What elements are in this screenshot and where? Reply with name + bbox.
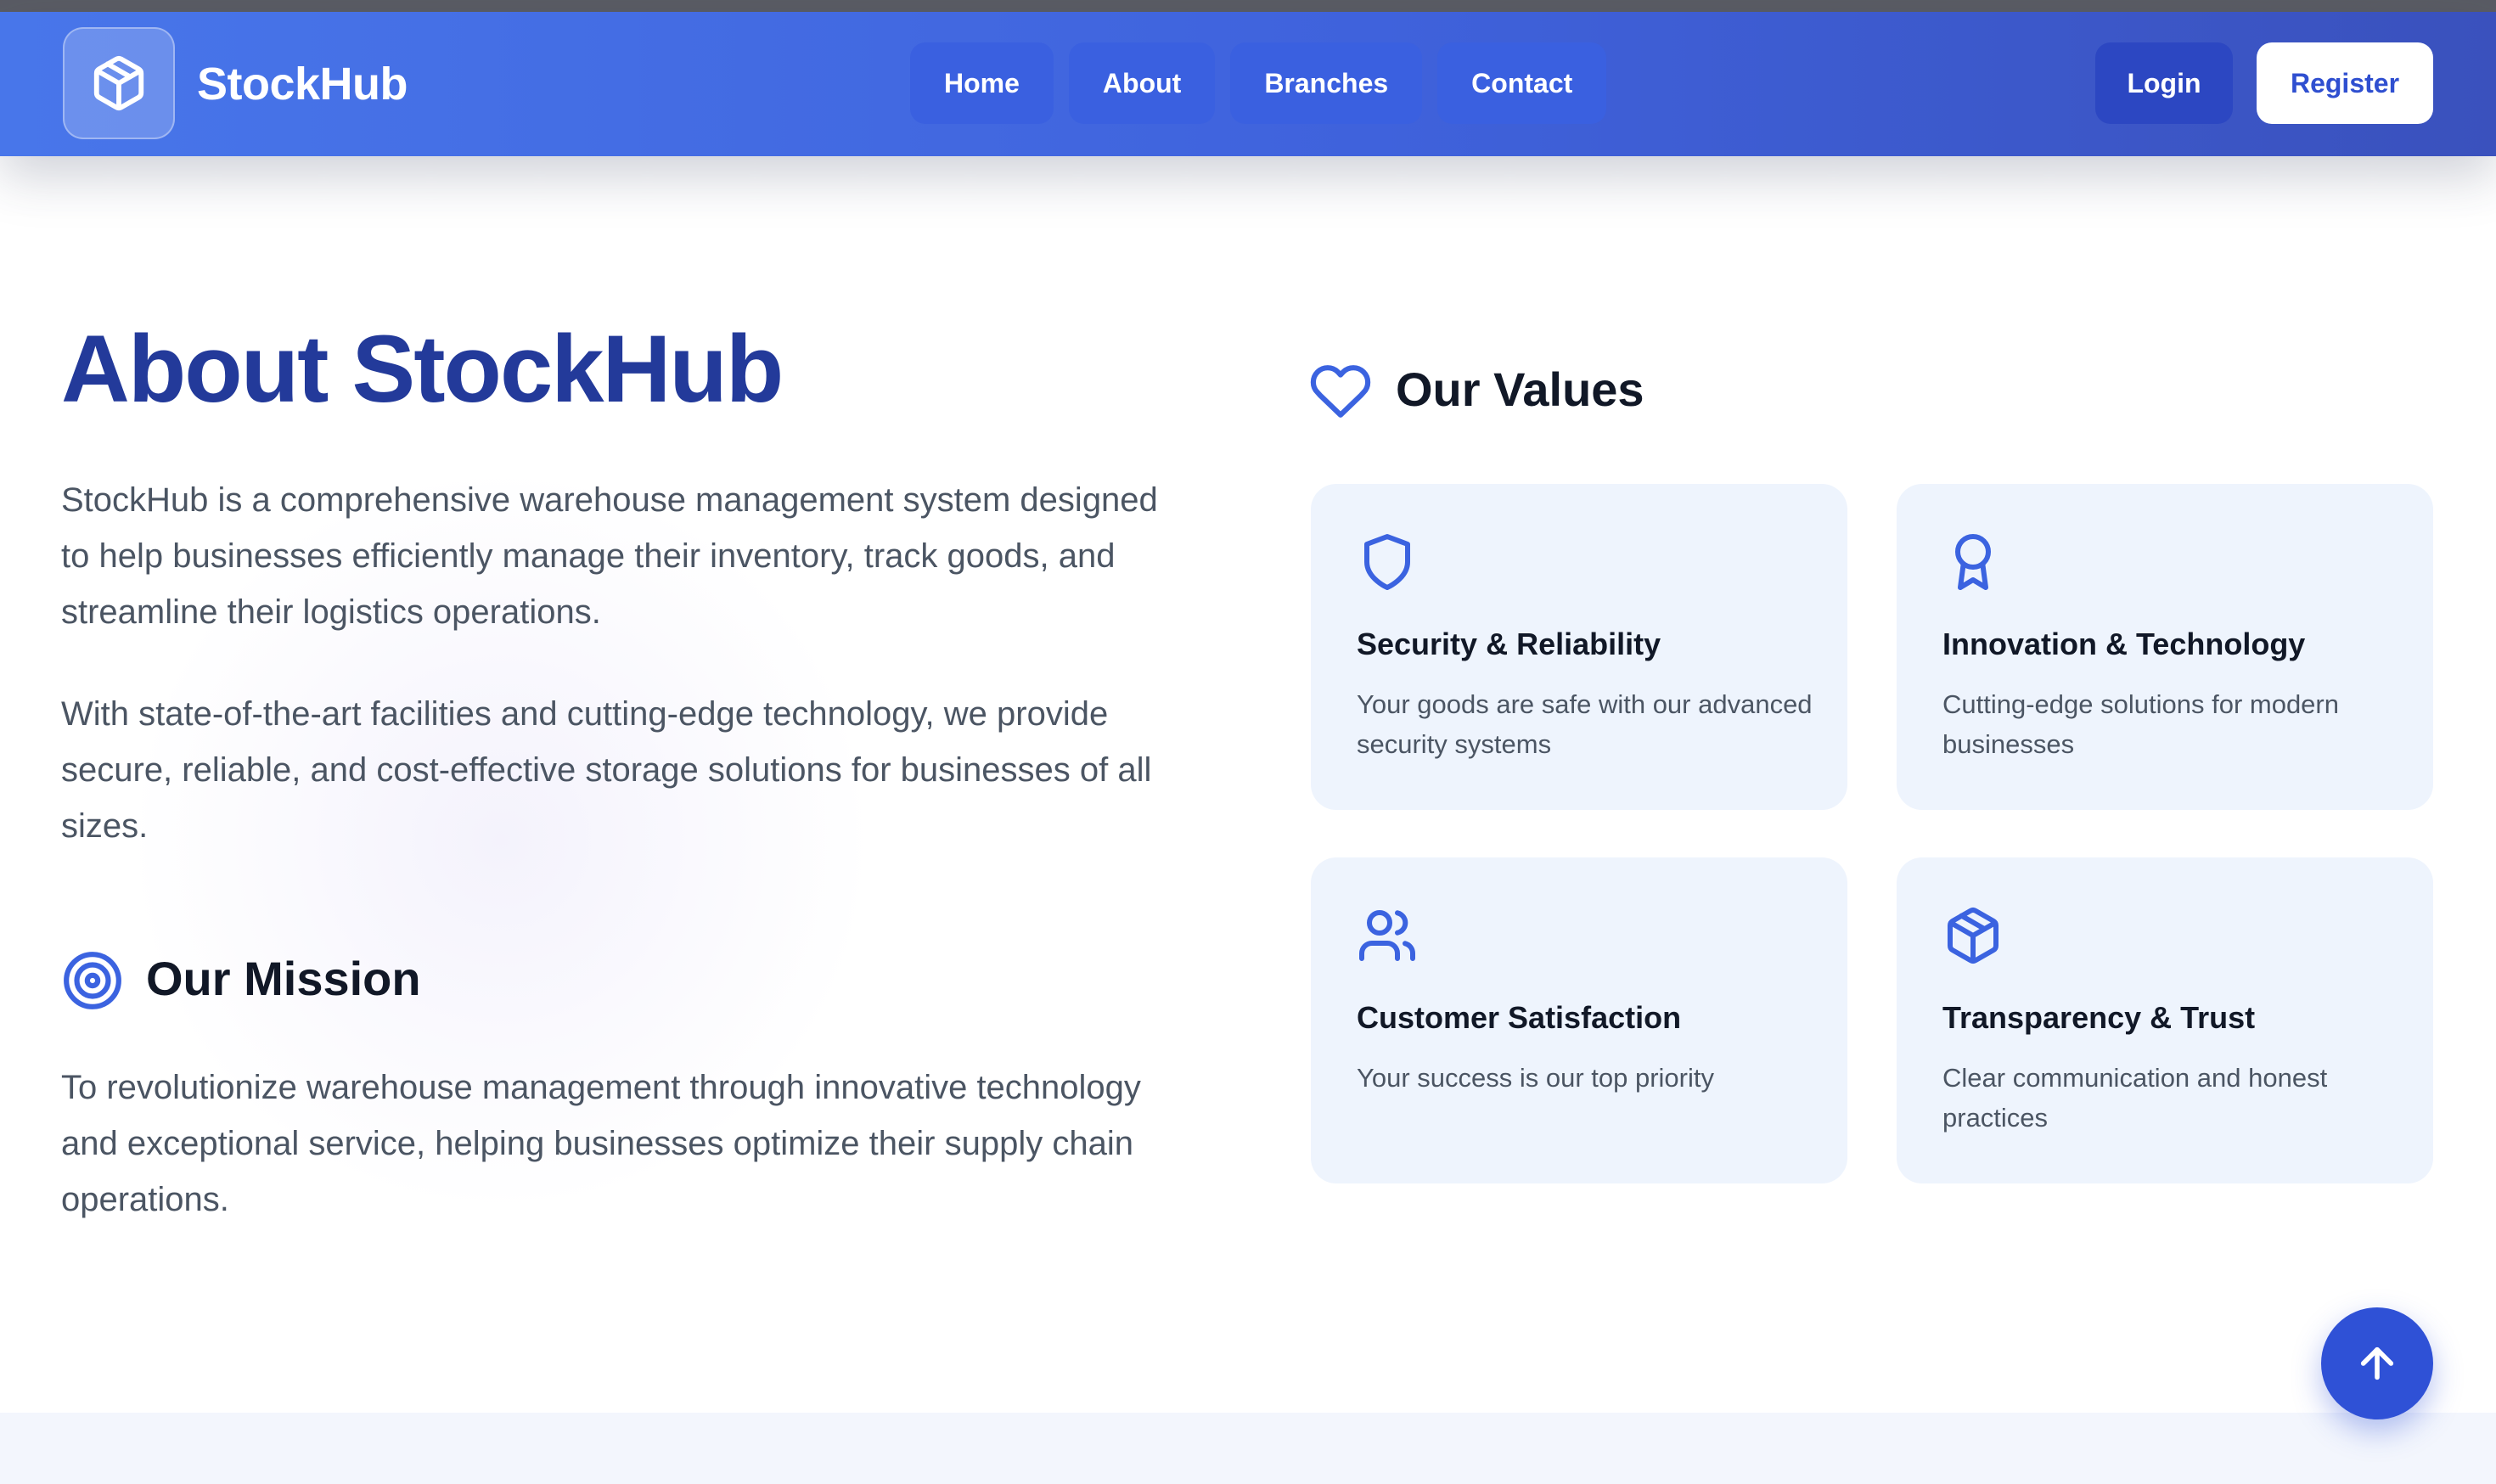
value-card-text: Your goods are safe with our advanced se…: [1357, 689, 1813, 759]
window-top-edge: [0, 0, 2496, 12]
value-card-title: Security & Reliability: [1357, 627, 1661, 661]
mission-text: To revolutionize warehouse management th…: [61, 1069, 1141, 1218]
register-button[interactable]: Register: [2257, 42, 2433, 124]
value-card-title: Innovation & Technology: [1942, 627, 2306, 661]
value-card-customer: Customer Satisfaction Your success is ou…: [1311, 857, 1847, 1183]
users-icon: [1359, 910, 1416, 961]
value-card-text: Cutting-edge solutions for modern busine…: [1942, 689, 2339, 759]
nav-branches-link[interactable]: Branches: [1230, 42, 1423, 124]
award-icon: [1955, 534, 1991, 590]
about-paragraph-1: StockHub is a comprehensive warehouse ma…: [61, 481, 1158, 631]
nav-home-link[interactable]: Home: [910, 42, 1054, 124]
values-heading: Our Values: [1396, 363, 1644, 416]
package-icon: [1948, 908, 1998, 964]
nav-about-link[interactable]: About: [1068, 42, 1216, 124]
value-card-security: Security & Reliability Your goods are sa…: [1311, 484, 1847, 810]
navbar: StockHub Home About Branches Contact Log…: [0, 12, 2496, 156]
main-nav: Home About Branches Contact: [910, 42, 1607, 124]
shield-icon: [1364, 534, 1410, 590]
value-card-text: Clear communication and honest practices: [1942, 1063, 2328, 1133]
brand-name[interactable]: StockHub: [197, 58, 408, 110]
mission-heading: Our Mission: [146, 952, 421, 1005]
value-card-title: Customer Satisfaction: [1357, 1000, 1682, 1035]
about-paragraph-2: With state-of-the-art facilities and cut…: [61, 695, 1152, 845]
footer-band: [0, 1413, 2496, 1484]
login-button[interactable]: Login: [2095, 42, 2233, 124]
cube-icon: [93, 55, 144, 111]
nav-contact-link[interactable]: Contact: [1437, 42, 1607, 124]
value-card-innovation: Innovation & Technology Cutting-edge sol…: [1897, 484, 2433, 810]
value-card-transparency: Transparency & Trust Clear communication…: [1897, 857, 2433, 1183]
target-icon: [64, 952, 121, 1009]
value-card-title: Transparency & Trust: [1942, 1000, 2256, 1035]
heart-icon: [1310, 365, 1371, 418]
scroll-to-top-button[interactable]: [2321, 1307, 2433, 1419]
arrow-up-icon: [2360, 1346, 2394, 1380]
page-title: About StockHub: [61, 316, 784, 422]
logo[interactable]: [63, 27, 175, 139]
value-card-text: Your success is our top priority: [1357, 1063, 1714, 1093]
